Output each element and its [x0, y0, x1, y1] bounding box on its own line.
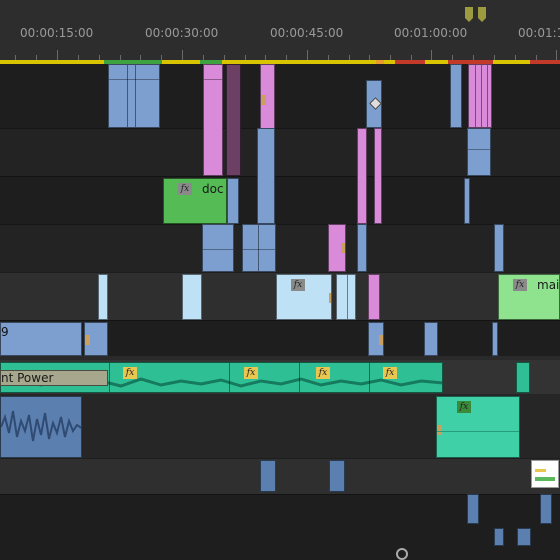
clip-power[interactable]: nt Power — [0, 370, 108, 386]
video-clip[interactable] — [357, 224, 367, 272]
video-clip[interactable] — [492, 322, 498, 356]
audio-clip[interactable] — [517, 528, 531, 546]
audio-clip[interactable] — [540, 494, 552, 524]
time-ruler[interactable]: 00:00:15:00 00:00:30:00 00:00:45:00 00:0… — [0, 0, 560, 60]
track-separator — [0, 272, 560, 273]
pink-clip[interactable] — [357, 128, 367, 224]
pink-clip[interactable] — [374, 128, 382, 224]
video-track-3 — [0, 224, 560, 272]
timecode-label: 00:01:1 — [518, 26, 560, 40]
video-clip[interactable] — [202, 224, 234, 272]
timeline-panel: 00:00:15:00 00:00:30:00 00:00:45:00 00:0… — [0, 0, 560, 560]
tick-major — [556, 50, 557, 60]
video-clip[interactable] — [84, 322, 108, 356]
keyframe-diamond-icon[interactable] — [369, 97, 381, 110]
horizontal-scrollbar[interactable] — [0, 546, 560, 560]
clip-label: 9 — [1, 325, 9, 339]
marker-icon[interactable] — [478, 7, 486, 22]
light-blue-clip[interactable] — [336, 274, 356, 320]
track-separator — [0, 176, 560, 177]
video-clip[interactable] — [242, 224, 276, 272]
waveform-icon — [1, 410, 81, 442]
pink-clip[interactable] — [203, 64, 223, 176]
video-clip[interactable] — [424, 322, 438, 356]
video-clip[interactable] — [366, 80, 382, 128]
tick-major — [431, 50, 432, 60]
fx-badge-icon: fx — [457, 401, 471, 413]
video-clip[interactable] — [467, 128, 491, 176]
video-clip[interactable] — [494, 224, 504, 272]
pink-clip[interactable] — [468, 64, 492, 128]
fx-badge-icon: fx — [123, 367, 137, 379]
video-clip[interactable] — [450, 64, 462, 128]
audio-clip[interactable] — [0, 396, 82, 458]
video-clip[interactable] — [368, 322, 384, 356]
tick-major — [57, 50, 58, 60]
video-clip[interactable]: 9 — [0, 322, 82, 356]
pink-clip[interactable] — [368, 274, 380, 320]
video-clip[interactable] — [227, 178, 239, 224]
fx-badge-icon: fx — [291, 279, 305, 291]
video-track-4 — [0, 176, 560, 224]
clip-main[interactable]: fx mai — [498, 274, 560, 320]
track-separator — [0, 224, 560, 225]
clip-label: nt Power — [1, 371, 54, 385]
video-clip[interactable] — [257, 128, 275, 224]
light-blue-clip[interactable]: fx — [276, 274, 332, 320]
fx-badge-icon: fx — [316, 367, 330, 379]
graphic-thumbnail[interactable] — [531, 460, 559, 488]
audio-clip[interactable] — [494, 528, 504, 546]
timecode-label: 00:00:15:00 — [20, 26, 94, 40]
timecode-label: 00:01:00:00 — [394, 26, 468, 40]
fx-badge-icon: fx — [244, 367, 258, 379]
audio-track-3 — [0, 458, 560, 494]
light-blue-clip[interactable] — [98, 274, 108, 320]
fx-badge-icon: fx — [178, 183, 192, 195]
video-clip[interactable] — [464, 178, 470, 224]
zoom-handle-icon[interactable] — [396, 548, 408, 560]
tick-major — [182, 50, 183, 60]
audio-clip[interactable] — [329, 460, 345, 492]
clip-label: doc — [202, 182, 224, 196]
marker-icon[interactable] — [465, 7, 473, 22]
clip-doc[interactable]: fx doc — [163, 178, 227, 224]
track-separator — [0, 320, 560, 321]
timecode-label: 00:00:45:00 — [270, 26, 344, 40]
light-blue-clip[interactable] — [182, 274, 202, 320]
audio-clip[interactable] — [467, 494, 479, 524]
pink-clip[interactable] — [328, 224, 346, 272]
video-clip[interactable] — [108, 64, 160, 128]
tick-major — [307, 50, 308, 60]
audio-clip[interactable] — [260, 460, 276, 492]
timecode-label: 00:00:30:00 — [145, 26, 219, 40]
dark-pink-clip[interactable] — [226, 64, 241, 176]
fx-badge-icon: fx — [383, 367, 397, 379]
track-separator — [0, 458, 560, 459]
clip-label: mai — [537, 278, 560, 292]
audio-clip-selected[interactable]: fx — [436, 396, 520, 458]
fx-badge-icon: fx — [513, 279, 527, 291]
audio-clip[interactable] — [516, 362, 530, 393]
